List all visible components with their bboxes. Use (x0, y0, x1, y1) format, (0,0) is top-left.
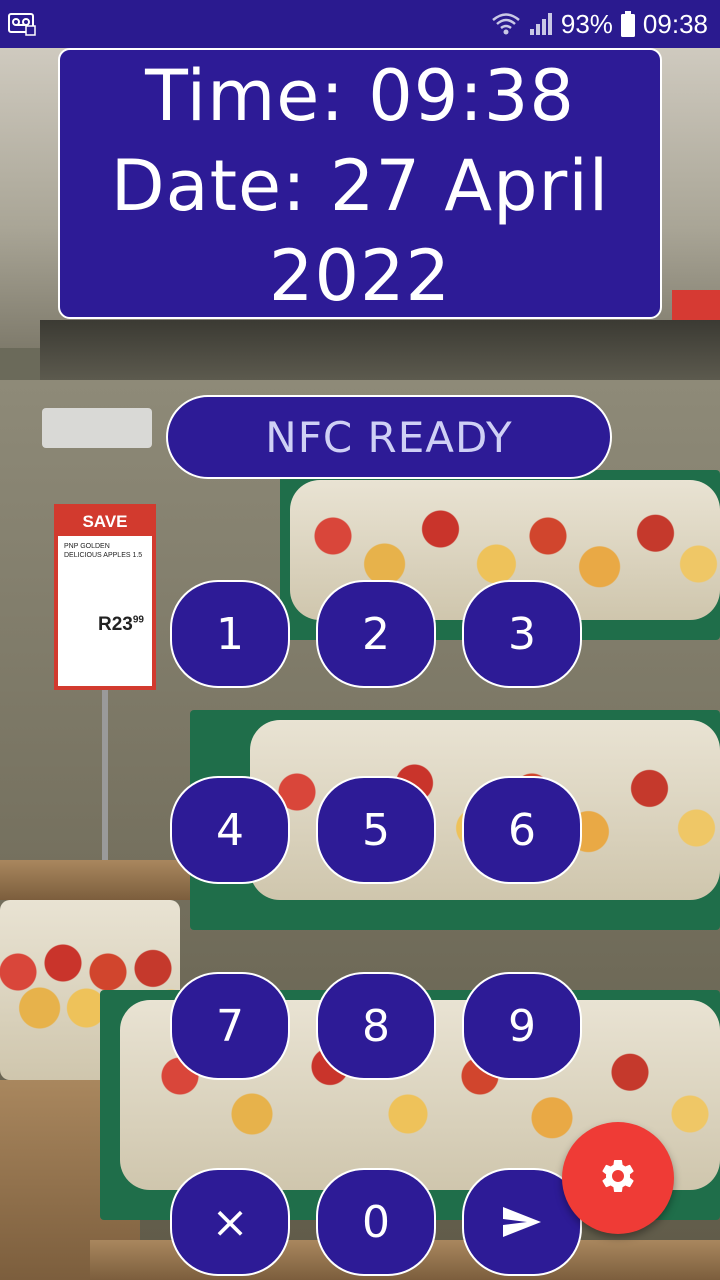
key-6[interactable]: 6 (462, 776, 582, 884)
status-bar-right: 93% 09:38 (491, 0, 708, 48)
price-sign-cents: 99 (132, 614, 144, 626)
key-3[interactable]: 3 (462, 580, 582, 688)
key-7[interactable]: 7 (170, 972, 290, 1080)
battery-percent: 93% (560, 8, 613, 39)
key-2[interactable]: 2 (316, 580, 436, 688)
signal-icon (529, 11, 553, 37)
battery-icon (620, 11, 635, 37)
price-sign-header: SAVE (58, 508, 152, 536)
key-1[interactable]: 1 (170, 580, 290, 688)
gear-icon (598, 1156, 638, 1200)
weighing-scale (42, 408, 152, 448)
wifi-icon (491, 11, 521, 37)
date-line: Date: 27 April (110, 145, 610, 227)
key-4[interactable]: 4 (170, 776, 290, 884)
key-0[interactable]: 0 (316, 1168, 436, 1276)
price-sign-rand: R23 (98, 614, 133, 635)
status-time: 09:38 (642, 8, 708, 39)
key-9[interactable]: 9 (462, 972, 582, 1080)
voicemail-icon (8, 12, 36, 36)
back-shelf (40, 320, 720, 380)
price-sign-price: R2399 (58, 560, 152, 636)
key-8[interactable]: 8 (316, 972, 436, 1080)
price-sign: SAVE PNP GOLDEN DELICIOUS APPLES 1.5 R23… (54, 504, 156, 690)
time-line: Time: 09:38 (145, 55, 575, 137)
wooden-crate (0, 860, 190, 900)
send-icon (501, 1205, 543, 1239)
price-sign-description: PNP GOLDEN DELICIOUS APPLES 1.5 (64, 543, 143, 559)
settings-button[interactable] (562, 1122, 674, 1234)
clear-button[interactable]: × (170, 1168, 290, 1276)
sign-pole (102, 690, 108, 860)
status-bar: 93% 09:38 (0, 0, 720, 48)
year-line: 2022 (268, 235, 452, 317)
key-5[interactable]: 5 (316, 776, 436, 884)
nfc-status-button[interactable]: NFC READY (166, 395, 612, 479)
clock-card: Time: 09:38 Date: 27 April 2022 (58, 48, 662, 319)
